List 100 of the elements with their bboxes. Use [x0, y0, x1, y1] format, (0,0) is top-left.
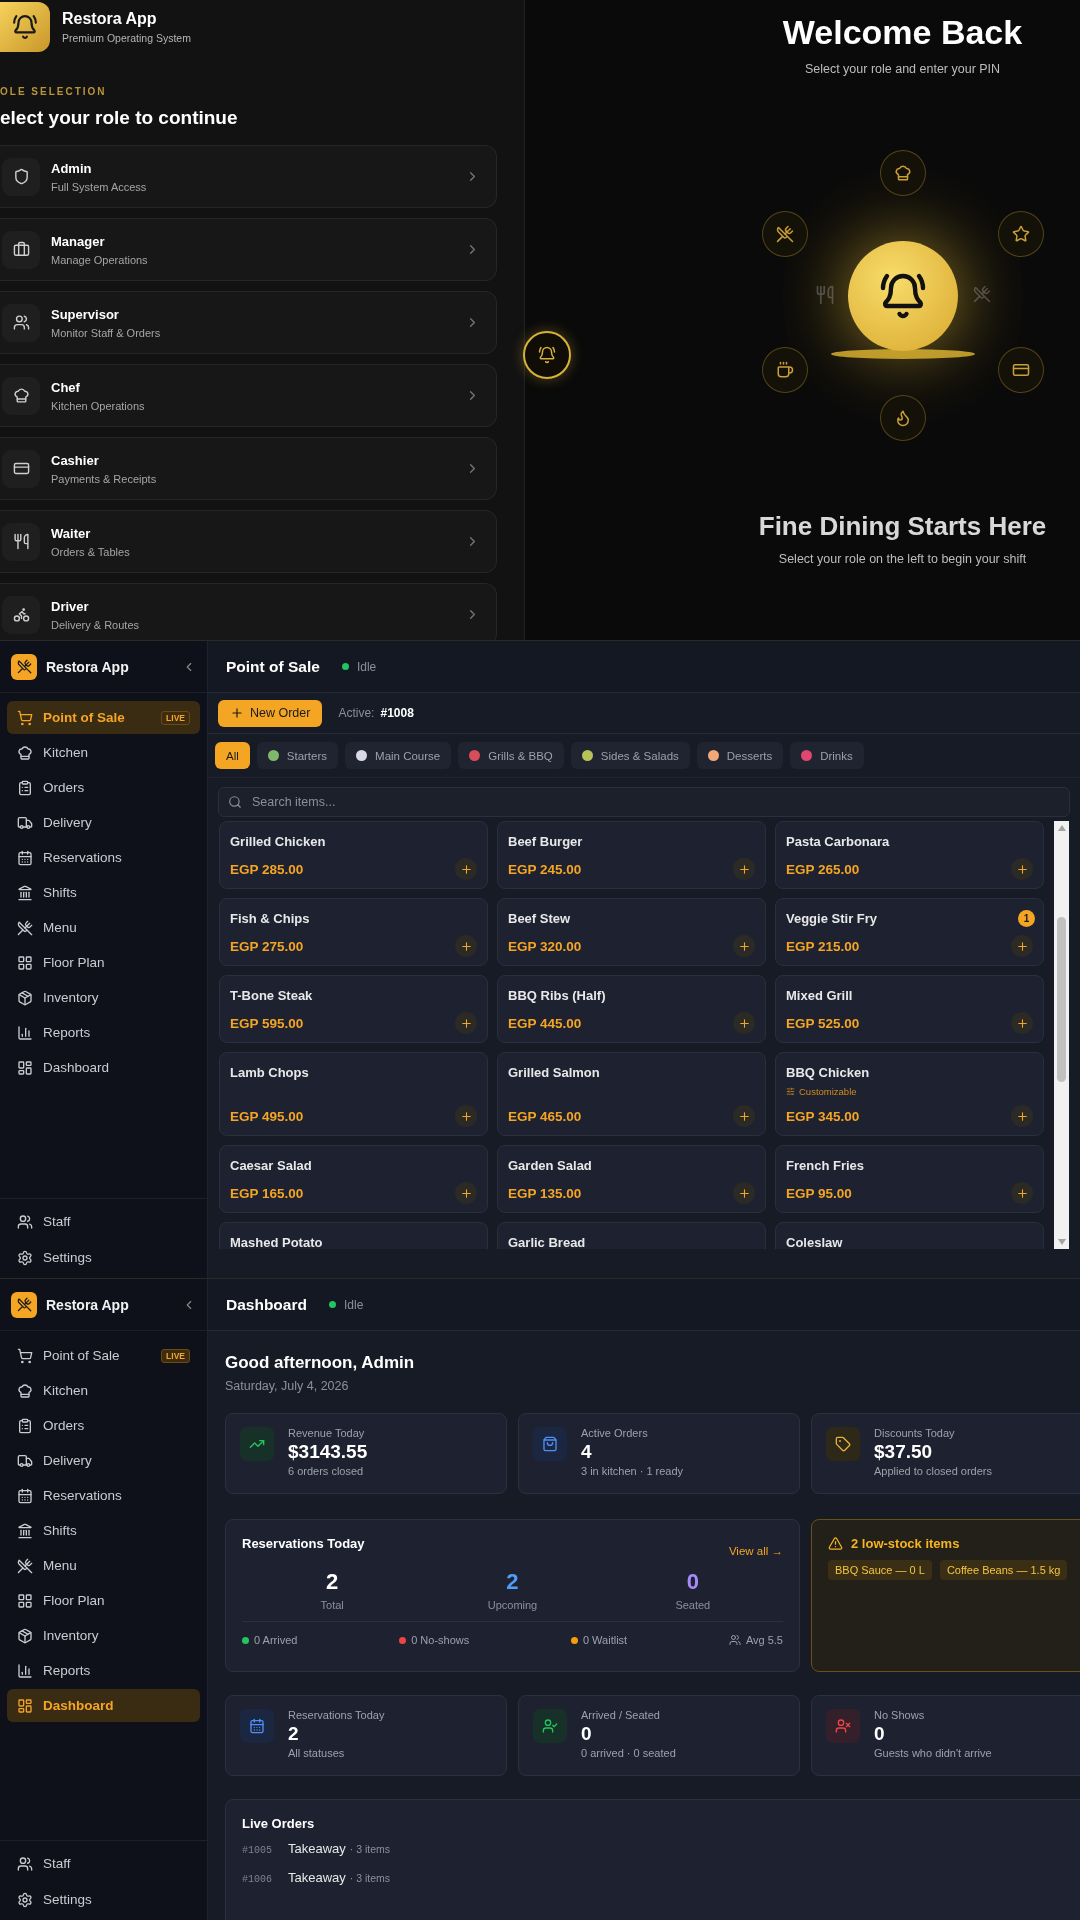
menu-item-card[interactable]: Veggie Stir Fry 1 EGP 215.00 — [775, 898, 1044, 966]
page-title: Point of Sale — [226, 657, 320, 676]
role-card[interactable]: Cashier Payments & Receipts — [0, 437, 497, 500]
nav-item[interactable]: Reservations — [7, 841, 200, 874]
menu-item-card[interactable]: Pasta Carbonara EGP 265.00 — [775, 821, 1044, 889]
category-tab[interactable]: Sides & Salads — [570, 742, 690, 769]
bank-icon — [17, 1522, 33, 1539]
add-button[interactable] — [733, 1182, 755, 1204]
add-button[interactable] — [733, 1105, 755, 1127]
add-button[interactable] — [1011, 1105, 1033, 1127]
add-button[interactable] — [1011, 858, 1033, 880]
utensils-crossed-icon — [972, 285, 991, 303]
role-card[interactable]: Supervisor Monitor Staff & Orders — [0, 291, 497, 354]
menu-item-card[interactable]: Fish & Chips EGP 275.00 — [219, 898, 488, 966]
nav-item[interactable]: Reports — [7, 1016, 200, 1049]
category-tab[interactable]: Drinks — [790, 742, 864, 769]
item-name: Beef Stew — [508, 911, 571, 926]
nav-item[interactable]: Kitchen — [7, 1374, 200, 1407]
add-button[interactable] — [455, 935, 477, 957]
item-price: EGP 215.00 — [786, 938, 860, 954]
search-field[interactable]: Search items... — [218, 787, 1070, 817]
nav-item[interactable]: Shifts — [7, 1514, 200, 1547]
add-button[interactable] — [1011, 935, 1033, 957]
brand-name: Restora App — [46, 1296, 129, 1313]
user-x-icon — [826, 1709, 860, 1743]
nav-item[interactable]: Delivery — [7, 806, 200, 839]
nav-item[interactable]: Staff — [7, 1847, 200, 1880]
count-label: Seated — [675, 1599, 711, 1611]
add-button[interactable] — [733, 935, 755, 957]
item-name: French Fries — [786, 1158, 865, 1173]
menu-item-card[interactable]: Coleslaw — [775, 1222, 1044, 1249]
nav-item[interactable]: Point of Sale LIVE — [7, 1339, 200, 1372]
add-button[interactable] — [455, 1012, 477, 1034]
add-button[interactable] — [455, 858, 477, 880]
nav-item[interactable]: Reports — [7, 1654, 200, 1687]
menu-item-card[interactable]: Grilled Salmon EGP 465.00 — [497, 1052, 766, 1136]
nav-item[interactable]: Shifts — [7, 876, 200, 909]
menu-item-card[interactable]: Lamb Chops EGP 495.00 — [219, 1052, 488, 1136]
nav-item[interactable]: Dashboard — [7, 1689, 200, 1722]
users-icon — [17, 1213, 33, 1230]
nav-item[interactable]: Inventory — [7, 981, 200, 1014]
menu-item-card[interactable]: Garden Salad EGP 135.00 — [497, 1145, 766, 1213]
menu-item-card[interactable]: Caesar Salad EGP 165.00 — [219, 1145, 488, 1213]
menu-item-card[interactable]: Mixed Grill EGP 525.00 — [775, 975, 1044, 1043]
menu-item-card[interactable]: Beef Burger EGP 245.00 — [497, 821, 766, 889]
menu-item-card[interactable]: Mashed Potato — [219, 1222, 488, 1249]
view-all-link[interactable]: View all → — [728, 1545, 783, 1557]
category-tab[interactable]: All — [215, 742, 250, 769]
category-tab[interactable]: Main Course — [345, 742, 452, 769]
add-button[interactable] — [455, 1182, 477, 1204]
coffee-icon — [761, 347, 808, 393]
add-button[interactable] — [733, 858, 755, 880]
add-button[interactable] — [1011, 1182, 1033, 1204]
nav-item[interactable]: Floor Plan — [7, 946, 200, 979]
role-card[interactable]: Admin Full System Access — [0, 145, 497, 208]
bank-icon — [17, 884, 33, 901]
plus-icon — [230, 706, 244, 720]
settings-icon — [17, 1249, 33, 1266]
menu-item-card[interactable]: Beef Stew EGP 320.00 — [497, 898, 766, 966]
add-button[interactable] — [1011, 1012, 1033, 1034]
role-card[interactable]: Waiter Orders & Tables — [0, 510, 497, 573]
nav-item[interactable]: Floor Plan — [7, 1584, 200, 1617]
role-card[interactable]: Manager Manage Operations — [0, 218, 497, 281]
nav-item[interactable]: Orders — [7, 1409, 200, 1442]
brand-tagline: Premium Operating System — [62, 32, 191, 44]
nav-item[interactable]: Staff — [7, 1205, 200, 1238]
nav-item[interactable]: Settings — [7, 1883, 200, 1916]
category-tab[interactable]: Grills & BBQ — [458, 742, 564, 769]
count-label: Upcoming — [487, 1599, 538, 1611]
role-card[interactable]: Driver Delivery & Routes — [0, 583, 497, 640]
nav-item[interactable]: Dashboard — [7, 1051, 200, 1084]
add-button[interactable] — [455, 1105, 477, 1127]
page-title: Dashboard — [226, 1295, 307, 1314]
nav-item[interactable]: Menu — [7, 911, 200, 944]
item-name: Grilled Chicken — [230, 834, 326, 849]
menu-item-card[interactable]: BBQ Chicken Customizable EGP 345.00 — [775, 1052, 1044, 1136]
nav-item[interactable]: Menu — [7, 1549, 200, 1582]
menu-item-card[interactable]: BBQ Ribs (Half) EGP 445.00 — [497, 975, 766, 1043]
nav-item[interactable]: Point of Sale LIVE — [7, 701, 200, 734]
role-card[interactable]: Chef Kitchen Operations — [0, 364, 497, 427]
nav-item[interactable]: Inventory — [7, 1619, 200, 1652]
nav-item[interactable]: Orders — [7, 771, 200, 804]
order-id: #1005 — [242, 1845, 272, 1856]
plus-icon — [459, 1016, 473, 1030]
new-order-button[interactable]: New Order — [218, 699, 323, 727]
scrollbar-thumb[interactable] — [1057, 917, 1066, 1082]
add-button[interactable] — [733, 1012, 755, 1034]
menu-item-card[interactable]: French Fries EGP 95.00 — [775, 1145, 1044, 1213]
order-detail: · 3 items — [349, 1843, 391, 1855]
nav-item[interactable]: Kitchen — [7, 736, 200, 769]
menu-item-card[interactable]: T-Bone Steak EGP 595.00 — [219, 975, 488, 1043]
scrollbar[interactable] — [1054, 821, 1069, 1249]
nav-item[interactable]: Settings — [7, 1241, 200, 1274]
nav-item[interactable]: Reservations — [7, 1479, 200, 1512]
category-tab[interactable]: Desserts — [696, 742, 784, 769]
hero-title: Fine Dining Starts Here — [758, 511, 1047, 542]
menu-item-card[interactable]: Grilled Chicken EGP 285.00 — [219, 821, 488, 889]
nav-item[interactable]: Delivery — [7, 1444, 200, 1477]
category-tab[interactable]: Starters — [256, 742, 339, 769]
menu-item-card[interactable]: Garlic Bread — [497, 1222, 766, 1249]
